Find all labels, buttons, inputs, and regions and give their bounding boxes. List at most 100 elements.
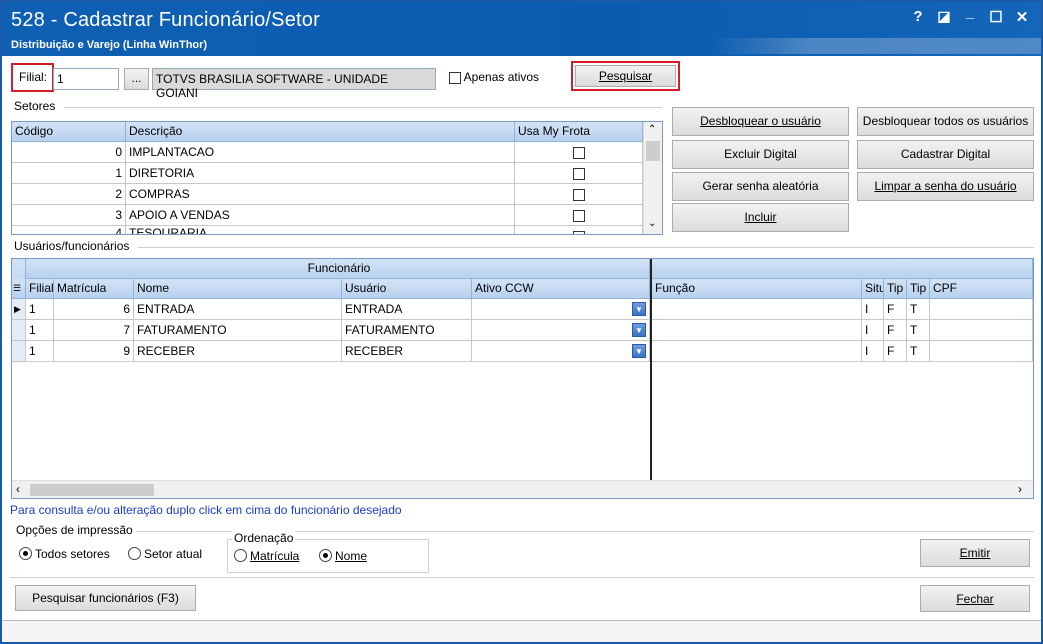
cadastrar-digital-button[interactable]: Cadastrar Digital [857, 140, 1034, 169]
setores-grid[interactable]: Código Descrição Usa My Frota 0 IMPLANTA… [11, 121, 663, 235]
cell-tipo-1[interactable]: F [884, 320, 907, 341]
cell-filial[interactable]: 1 [26, 299, 54, 320]
cell-situacao[interactable]: I [862, 341, 884, 362]
cell-situacao[interactable]: I [862, 299, 884, 320]
dropdown-arrow-icon[interactable]: ▼ [632, 323, 646, 337]
setor-codigo[interactable]: 2 [12, 184, 126, 205]
setor-descricao[interactable]: IMPLANTACAO [126, 142, 515, 163]
setores-scroll-thumb[interactable] [646, 141, 660, 161]
cell-cpf[interactable] [930, 299, 1033, 320]
header-filial[interactable]: Filial [26, 279, 54, 299]
cell-tipo-2[interactable]: T [907, 341, 930, 362]
row-indicator[interactable] [12, 320, 26, 341]
cell-tipo-2[interactable]: T [907, 320, 930, 341]
nome-radio[interactable] [319, 549, 332, 562]
setor-myfrota[interactable] [515, 226, 643, 234]
apenas-ativos-option[interactable]: Apenas ativos [449, 70, 539, 84]
incluir-button[interactable]: Incluir [672, 203, 849, 232]
myfrota-checkbox[interactable] [572, 209, 585, 222]
cell-cpf[interactable] [930, 341, 1033, 362]
cell-filial[interactable]: 1 [26, 341, 54, 362]
setor-descricao[interactable]: DIRETORIA [126, 163, 515, 184]
cell-tipo-1[interactable]: F [884, 299, 907, 320]
setor-codigo[interactable]: 0 [12, 142, 126, 163]
cell-cpf[interactable] [930, 320, 1033, 341]
cell-tipo-2[interactable]: T [907, 299, 930, 320]
dropdown-arrow-icon[interactable]: ▼ [632, 344, 646, 358]
header-funcao[interactable]: Função [652, 279, 862, 299]
cell-matricula[interactable]: 7 [54, 320, 134, 341]
dropdown-arrow-icon[interactable]: ▼ [632, 302, 646, 316]
header-tipo-1[interactable]: Tip [884, 279, 907, 299]
header-situacao[interactable]: Situ [862, 279, 884, 299]
header-tipo-2[interactable]: Tip [907, 279, 930, 299]
cell-nome[interactable]: RECEBER [134, 341, 342, 362]
desbloquear-todos-button[interactable]: Desbloquear todos os usuários [857, 107, 1034, 136]
myfrota-checkbox[interactable] [572, 230, 585, 234]
cell-tipo-1[interactable]: F [884, 341, 907, 362]
cell-usuario[interactable]: ENTRADA [342, 299, 472, 320]
filial-lookup-button[interactable]: ... [124, 68, 149, 90]
scroll-up-icon[interactable]: ⌃ [648, 124, 656, 135]
matricula-radio[interactable] [234, 549, 247, 562]
setor-codigo[interactable]: 3 [12, 205, 126, 226]
help-icon[interactable]: ? [908, 8, 928, 25]
cell-usuario[interactable]: FATURAMENTO [342, 320, 472, 341]
scroll-left-icon[interactable]: ‹ [16, 482, 20, 496]
cell-funcao[interactable] [652, 320, 862, 341]
cell-ativo-ccw[interactable]: ▼ [472, 341, 650, 362]
setor-atual-option[interactable]: Setor atual [128, 547, 202, 561]
myfrota-checkbox[interactable] [572, 146, 585, 159]
excluir-digital-button[interactable]: Excluir Digital [672, 140, 849, 169]
setores-header-codigo[interactable]: Código [12, 122, 126, 142]
header-cpf[interactable]: CPF [930, 279, 1033, 299]
cell-filial[interactable]: 1 [26, 320, 54, 341]
usuarios-grid[interactable]: Funcionário ☰ Filial Matrícula Nome Usuá… [11, 258, 1034, 499]
cell-situacao[interactable]: I [862, 320, 884, 341]
scroll-down-icon[interactable]: ⌄ [648, 218, 656, 229]
cell-ativo-ccw[interactable]: ▼ [472, 320, 650, 341]
emitir-button[interactable]: Emitir [920, 539, 1030, 567]
setor-myfrota[interactable] [515, 205, 643, 226]
setor-descricao[interactable]: APOIO A VENDAS [126, 205, 515, 226]
pesquisar-funcionarios-button[interactable]: Pesquisar funcionários (F3) [15, 585, 196, 611]
setores-header-descricao[interactable]: Descrição [126, 122, 515, 142]
fechar-button[interactable]: Fechar [920, 585, 1030, 612]
row-indicator-icon[interactable]: ▶ [12, 299, 26, 320]
minimize-icon[interactable]: _ [960, 4, 980, 21]
row-indicator[interactable] [12, 341, 26, 362]
pesquisar-button[interactable]: Pesquisar [575, 65, 676, 87]
scroll-right-icon[interactable]: › [1018, 482, 1022, 496]
cell-matricula[interactable]: 6 [54, 299, 134, 320]
desbloquear-usuario-button[interactable]: Desbloquear o usuário [672, 107, 849, 136]
setor-atual-radio[interactable] [128, 547, 141, 560]
setor-codigo[interactable]: 4 [12, 226, 126, 234]
setores-scrollbar[interactable]: ⌃ ⌄ [643, 122, 662, 234]
hscroll-thumb[interactable] [30, 484, 154, 496]
cell-ativo-ccw[interactable]: ▼ [472, 299, 650, 320]
nome-option[interactable]: Nome [319, 549, 367, 563]
cell-nome[interactable]: ENTRADA [134, 299, 342, 320]
header-ativo-ccw[interactable]: Ativo CCW [472, 279, 650, 299]
setor-descricao[interactable]: COMPRAS [126, 184, 515, 205]
limpar-senha-button[interactable]: Limpar a senha do usuário [857, 172, 1034, 201]
gerar-senha-button[interactable]: Gerar senha aleatória [672, 172, 849, 201]
filial-input[interactable]: 1 [53, 68, 119, 90]
setor-codigo[interactable]: 1 [12, 163, 126, 184]
todos-setores-option[interactable]: Todos setores [19, 547, 110, 561]
cell-matricula[interactable]: 9 [54, 341, 134, 362]
apenas-ativos-checkbox[interactable] [449, 71, 461, 84]
myfrota-checkbox[interactable] [572, 167, 585, 180]
close-icon[interactable]: ✕ [1012, 8, 1032, 26]
header-usuario[interactable]: Usuário [342, 279, 472, 299]
myfrota-checkbox[interactable] [572, 188, 585, 201]
usuarios-hscrollbar[interactable]: ‹ › [12, 480, 1033, 498]
setor-descricao[interactable]: TESOURARIA [126, 226, 515, 234]
header-nome[interactable]: Nome [134, 279, 342, 299]
cell-usuario[interactable]: RECEBER [342, 341, 472, 362]
todos-setores-radio[interactable] [19, 547, 32, 560]
restore-icon[interactable]: ◪ [934, 8, 954, 25]
maximize-icon[interactable]: ☐ [986, 8, 1006, 26]
setor-myfrota[interactable] [515, 184, 643, 205]
header-matricula[interactable]: Matrícula [54, 279, 134, 299]
